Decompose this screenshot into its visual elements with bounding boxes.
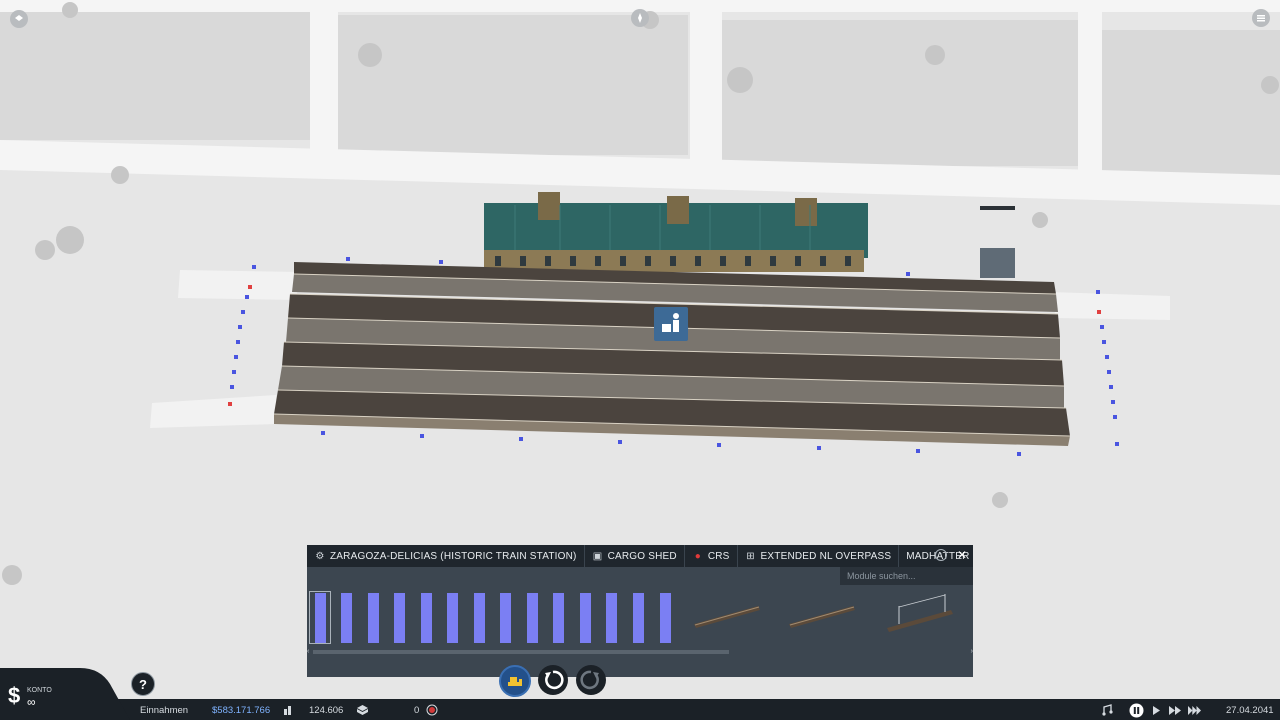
cargo-value: 0	[414, 705, 420, 716]
konto-label: KONTO	[27, 687, 52, 694]
dollar-icon: $	[8, 683, 21, 708]
cargo-icon	[357, 705, 368, 715]
platform-module[interactable]	[315, 593, 326, 643]
play-icon[interactable]	[1152, 706, 1161, 715]
scrollbar-thumb[interactable]	[313, 650, 729, 654]
menu-icon[interactable]	[1252, 9, 1270, 27]
tab-label: CRS	[707, 550, 730, 562]
platform-module[interactable]	[474, 593, 485, 643]
track-segment-icon[interactable]	[787, 598, 857, 632]
gear-icon: ⚙	[315, 550, 325, 562]
rotate-right-icon	[580, 670, 599, 690]
platform-module[interactable]	[553, 593, 564, 643]
tab-label: ZARAGOZA-DELICIAS (HISTORIC TRAIN STATIO…	[330, 550, 577, 562]
layers-icon[interactable]	[10, 10, 28, 28]
fast-forward-icon[interactable]	[1169, 706, 1181, 715]
bulldozer-icon	[508, 677, 522, 686]
scroll-right-icon[interactable]: ›	[971, 648, 973, 655]
tab-cargo-shed[interactable]: ▣ CARGO SHED	[585, 545, 685, 567]
pause-button[interactable]	[1129, 703, 1144, 718]
record-icon[interactable]	[426, 704, 438, 716]
module-category-tabs: ⚙ ZARAGOZA-DELICIAS (HISTORIC TRAIN STAT…	[307, 545, 973, 567]
money-value: $583.171.766	[212, 705, 271, 716]
platform-module[interactable]	[500, 593, 511, 643]
station-platforms	[274, 262, 1070, 446]
platform-module[interactable]	[421, 593, 432, 643]
module-scrollbar[interactable]: ‹ ›	[307, 648, 973, 656]
passenger-icon	[662, 313, 679, 341]
platform-module[interactable]	[660, 593, 671, 643]
platform-module[interactable]	[394, 593, 405, 643]
track-segment-icon[interactable]	[692, 598, 762, 632]
red-circle-icon: ●	[694, 550, 701, 562]
scroll-left-icon[interactable]: ‹	[307, 648, 309, 655]
platform-module[interactable]	[447, 593, 458, 643]
game-date: 27.04.2041	[1226, 705, 1274, 716]
rotate-left-icon	[545, 670, 564, 690]
module-list	[307, 590, 973, 646]
tab-crs[interactable]: ● CRS	[685, 545, 738, 567]
konto-value: ∞	[27, 695, 36, 709]
platform-module[interactable]	[368, 593, 379, 643]
tab-zaragoza-delicias[interactable]: ⚙ ZARAGOZA-DELICIAS (HISTORIC TRAIN STAT…	[307, 545, 585, 567]
platform-module[interactable]	[580, 593, 591, 643]
population-value: 124.606	[309, 705, 344, 716]
compass-icon[interactable]	[631, 9, 649, 27]
catenary-segment-icon[interactable]	[885, 592, 955, 636]
tab-extended-nl-overpass[interactable]: ⊞ EXTENDED NL OVERPASS	[738, 545, 900, 567]
rotate-left-button[interactable]	[538, 665, 568, 695]
platform-module[interactable]	[527, 593, 538, 643]
fastest-forward-icon[interactable]	[1188, 706, 1201, 715]
music-icon[interactable]	[1101, 704, 1113, 716]
bulldozer-button[interactable]	[499, 665, 531, 697]
passenger-station-marker[interactable]	[654, 307, 688, 341]
package-icon: ▣	[592, 550, 603, 562]
platform-module[interactable]	[633, 593, 644, 643]
platform-module[interactable]	[341, 593, 352, 643]
more-tabs-icon[interactable]: ›	[935, 549, 947, 561]
overpass-icon: ⊞	[746, 550, 755, 562]
population-icon	[284, 706, 291, 715]
tab-label: EXTENDED NL OVERPASS	[760, 550, 892, 562]
tab-label: CARGO SHED	[607, 550, 677, 562]
status-bar	[0, 699, 1280, 720]
platform-module[interactable]	[606, 593, 617, 643]
station-building	[484, 192, 868, 272]
module-search-input[interactable]: Module suchen...	[840, 567, 973, 585]
rotate-right-button[interactable]	[576, 665, 606, 695]
income-label: Einnahmen	[140, 705, 189, 716]
help-button[interactable]: ?	[131, 672, 155, 696]
close-icon[interactable]: ✕	[957, 548, 967, 562]
